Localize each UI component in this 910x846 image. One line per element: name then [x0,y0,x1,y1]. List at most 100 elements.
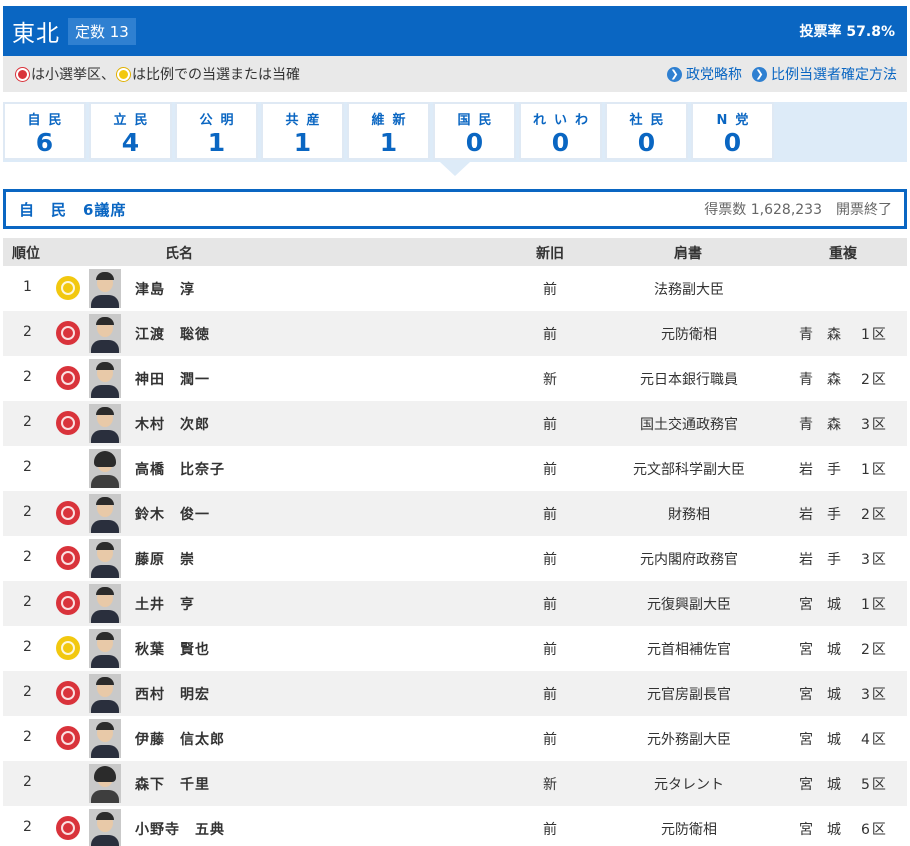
duplicate-district: 1区 [861,327,888,343]
incumbency-status: 前 [543,552,557,568]
duplicate-prefecture: 宮城 [799,687,855,703]
party-tab[interactable]: 自民 6 [3,102,86,160]
rank: 2 [23,774,32,790]
duplicate-district: 3区 [861,552,888,568]
incumbency-status: 前 [543,327,557,343]
table-row: 2 神田 潤一新元日本銀行職員 青森 2区 [3,356,907,401]
incumbency-status: 前 [543,282,557,298]
duplicate-prefecture: 岩手 [799,462,855,478]
district-win-icon [56,681,80,705]
party-tab[interactable]: 社民 0 [605,102,688,160]
candidate-name[interactable]: 伊藤 信太郎 [135,729,225,749]
party-seat-count: 6 [35,128,54,157]
candidate-photo [89,539,121,578]
incumbency-status: 前 [543,462,557,478]
incumbency-status: 前 [543,687,557,703]
candidate-name[interactable]: 神田 潤一 [135,369,210,389]
duplicate-district: 1区 [861,462,888,478]
candidate-photo [89,629,121,668]
rank: 2 [23,549,32,565]
party-abbrev-link[interactable]: ❯ 政党略称 [667,64,742,84]
duplicate-prefecture: 宮城 [799,822,855,838]
party-name: 社民 [629,113,672,128]
party-seat-count: 0 [637,128,656,157]
candidate-name[interactable]: 鈴木 俊一 [135,504,210,524]
table-row: 2 小野寺 五典前元防衛相 宮城 6区 [3,806,907,846]
duplicate-prefecture: 岩手 [799,552,855,568]
region-name: 東北 [12,21,60,47]
candidate-photo [89,404,121,443]
candidate-name[interactable]: 津島 淳 [135,279,195,299]
party-summary-panel: 自 民 6議席 得票数 1,628,233 開票終了 [3,189,907,229]
table-row: 2 西村 明宏前元官房副長官 宮城 3区 [3,671,907,716]
candidate-photo [89,449,121,488]
party-seat-count: 0 [465,128,484,157]
table-row: 2 土井 亨前元復興副大臣 宮城 1区 [3,581,907,626]
duplicate-prefecture: 青森 [799,327,855,343]
candidate-name[interactable]: 秋葉 賢也 [135,639,210,659]
col-name: 氏名 [165,246,193,262]
incumbency-status: 前 [543,822,557,838]
party-tab[interactable]: 公明 1 [175,102,258,160]
rank: 2 [23,369,32,385]
rank: 1 [23,279,32,295]
party-tab[interactable]: 維新 1 [347,102,430,160]
turnout-rate: 投票率 57.8% [799,24,895,40]
col-status: 新旧 [536,246,564,262]
candidate-photo [89,584,121,623]
pr-method-link[interactable]: ❯ 比例当選者確定方法 [752,64,897,84]
party-name: 国民 [457,113,500,128]
region-header: 東北 定数 13 投票率 57.8% [3,6,907,56]
candidate-name[interactable]: 西村 明宏 [135,684,210,704]
district-win-icon [56,366,80,390]
incumbency-status: 前 [543,642,557,658]
candidate-name[interactable]: 高橋 比奈子 [135,459,225,479]
district-win-icon [56,546,80,570]
table-row: 2 藤原 崇前元内閣府政務官 岩手 3区 [3,536,907,581]
rank: 2 [23,459,32,475]
district-win-icon [56,591,80,615]
red-badge-icon [16,68,29,81]
table-row: 2 鈴木 俊一前財務相 岩手 2区 [3,491,907,536]
district-win-icon [56,726,80,750]
selected-tab-pointer [440,162,470,176]
party-seat-count: 1 [293,128,312,157]
duplicate-district: 2区 [861,507,888,523]
party-seat-tabs: 自民 6 立民 4 公明 1 共産 1 維新 1 国民 0 れいわ 0 社民 0 N党 0 [3,102,907,162]
duplicate-district: 6区 [861,822,888,838]
party-seat-count: 4 [121,128,140,157]
candidate-name[interactable]: 森下 千里 [135,774,210,794]
duplicate-prefecture: 宮城 [799,732,855,748]
candidate-name[interactable]: 土井 亨 [135,594,195,614]
table-row: 2 江渡 聡徳前元防衛相 青森 1区 [3,311,907,356]
duplicate-district: 1区 [861,597,888,613]
legend-bar: は小選挙区、 は比例での当選または当確 ❯ 政党略称 ❯ 比例当選者確定方法 [3,56,907,92]
party-tab[interactable]: れいわ 0 [519,102,602,160]
incumbency-status: 前 [543,597,557,613]
table-row: 2 伊藤 信太郎前元外務副大臣 宮城 4区 [3,716,907,761]
pr-win-icon [56,636,80,660]
col-rank: 順位 [12,246,40,262]
incumbency-status: 新 [543,372,557,388]
rank: 2 [23,684,32,700]
candidate-name[interactable]: 藤原 崇 [135,549,195,569]
yellow-badge-icon [117,68,130,81]
party-name: 共産 [285,113,328,128]
table-row: 2 秋葉 賢也前元首相補佐官 宮城 2区 [3,626,907,671]
party-name: 維新 [371,113,414,128]
rank: 2 [23,324,32,340]
candidate-photo [89,674,121,713]
duplicate-prefecture: 宮城 [799,597,855,613]
candidate-name[interactable]: 小野寺 五典 [135,819,225,839]
duplicate-district: 5区 [861,777,888,793]
rank: 2 [23,594,32,610]
party-tab[interactable]: 国民 0 [433,102,516,160]
seat-count-badge: 定数 13 [68,17,136,45]
candidate-photo [89,764,121,803]
party-tab[interactable]: 立民 4 [89,102,172,160]
candidate-name[interactable]: 木村 次郎 [135,414,210,434]
party-tab[interactable]: N党 0 [691,102,774,160]
party-name: 自民 [27,113,70,128]
candidate-name[interactable]: 江渡 聡徳 [135,324,210,344]
party-tab[interactable]: 共産 1 [261,102,344,160]
